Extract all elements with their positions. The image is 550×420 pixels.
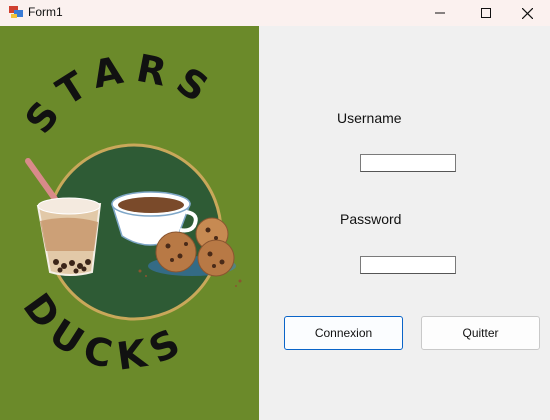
quit-button-label: Quitter (462, 326, 499, 340)
connect-button-label: Connexion (314, 326, 373, 340)
title-bar: Form1 (0, 0, 550, 26)
logo-image: STARS DUCKS (15, 46, 242, 379)
logo-panel: STARS DUCKS (0, 26, 259, 420)
username-label: Username (337, 110, 402, 126)
logo-top-text: STARS (17, 46, 225, 142)
connect-button[interactable]: Connexion (284, 316, 403, 350)
close-button[interactable] (504, 0, 550, 26)
close-icon (521, 7, 533, 19)
app-icon (9, 6, 23, 18)
username-input[interactable] (360, 154, 456, 172)
password-label: Password (340, 211, 402, 227)
window-title: Form1 (28, 5, 63, 19)
maximize-icon (481, 8, 491, 18)
minimize-icon (435, 12, 445, 14)
minimize-button[interactable] (417, 0, 463, 26)
maximize-button[interactable] (463, 0, 509, 26)
quit-button[interactable]: Quitter (421, 316, 540, 350)
password-input[interactable] (360, 256, 456, 274)
